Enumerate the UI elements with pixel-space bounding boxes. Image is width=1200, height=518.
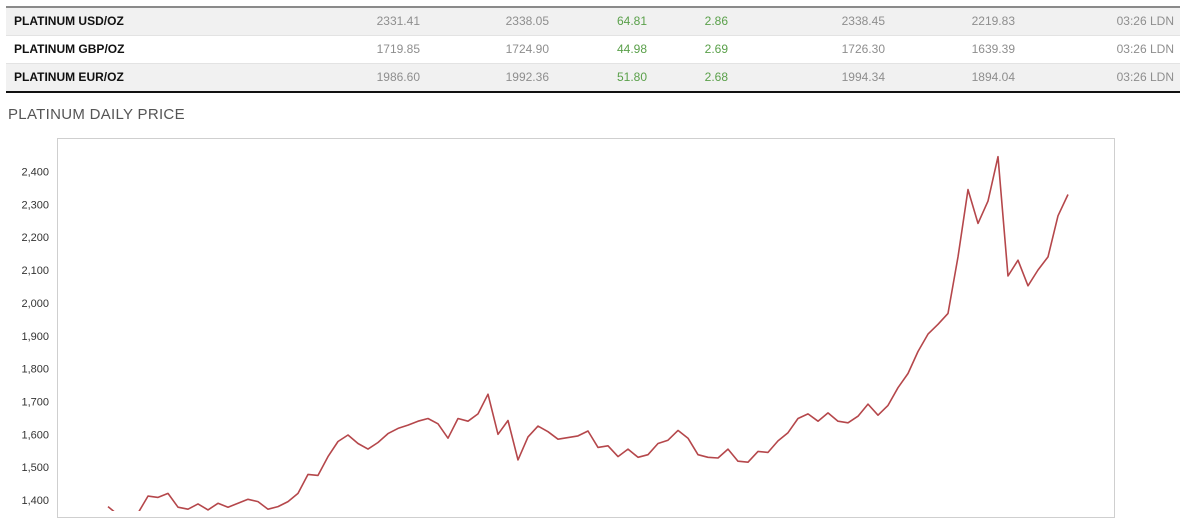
y-tick-label: 1,400 — [21, 495, 49, 507]
y-tick-label: 1,800 — [21, 364, 49, 376]
platinum-daily-price-chart: 1,400 1,500 1,600 1,700 1,800 1,900 2,000 2,100… — [21, 155, 1069, 511]
y-tick-label: 1,700 — [21, 396, 49, 408]
y-tick-label: 2,200 — [21, 232, 49, 244]
y-tick-label: 2,400 — [21, 167, 49, 179]
y-tick-label: 1,600 — [21, 429, 49, 441]
y-tick-label: 2,100 — [21, 265, 49, 277]
price-series-line — [107, 155, 1069, 511]
y-tick-label: 1,500 — [21, 462, 49, 474]
y-tick-label: 2,300 — [21, 199, 49, 211]
y-tick-label: 1,900 — [21, 331, 49, 343]
y-tick-label: 2,000 — [21, 298, 49, 310]
